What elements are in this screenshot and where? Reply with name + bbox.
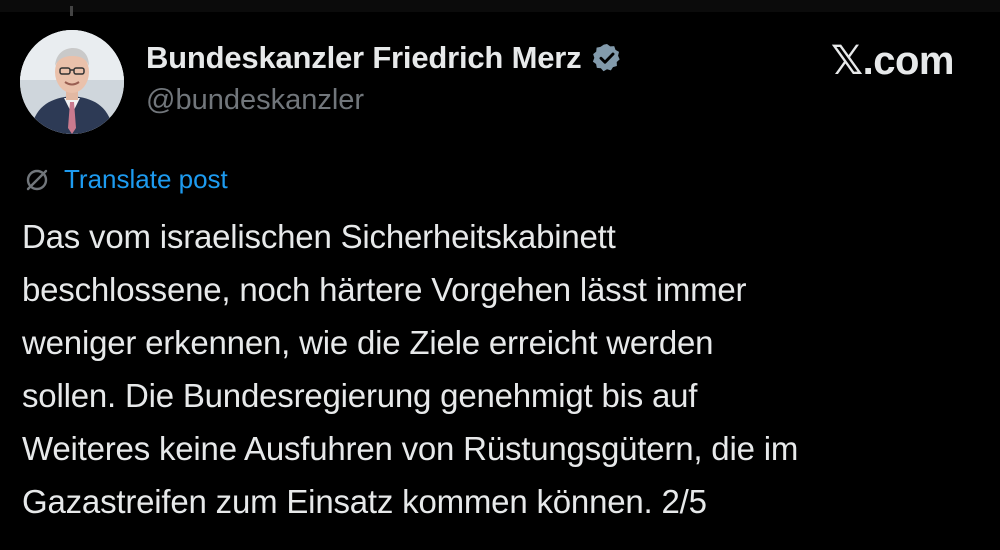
translate-post-link[interactable]: Translate post <box>64 164 228 195</box>
avatar[interactable] <box>20 30 124 134</box>
post-text-line: beschlossene, noch härtere Vorgehen läss… <box>22 271 747 308</box>
author-handle[interactable]: @bundeskanzler <box>146 84 364 117</box>
x-brand-logo: 𝕏.com <box>830 39 955 83</box>
verified-badge-icon[interactable] <box>591 42 623 74</box>
post-text-line: Weiteres keine Ausfuhren von Rüstungsgüt… <box>22 430 799 467</box>
post-text-line: weniger erkennen, wie die Ziele erreicht… <box>22 324 714 361</box>
translate-post-row[interactable]: Translate post <box>22 164 228 195</box>
post-text-line: sollen. Die Bundesregierung genehmigt bi… <box>22 377 698 414</box>
top-bar <box>0 0 1000 16</box>
post-text-line: Das vom israelischen Sicherheitskabinett <box>22 218 616 255</box>
top-bar-tick <box>70 6 73 16</box>
author-name-row: Bundeskanzler Friedrich Merz <box>146 40 623 76</box>
author-display-name[interactable]: Bundeskanzler Friedrich Merz <box>146 40 582 76</box>
post-text-line: Gazastreifen zum Einsatz kommen können. … <box>22 483 707 520</box>
avatar-photo <box>20 30 124 134</box>
post-text: Das vom israelischen Sicherheitskabinett… <box>22 210 982 528</box>
translate-globe-icon <box>22 165 52 195</box>
